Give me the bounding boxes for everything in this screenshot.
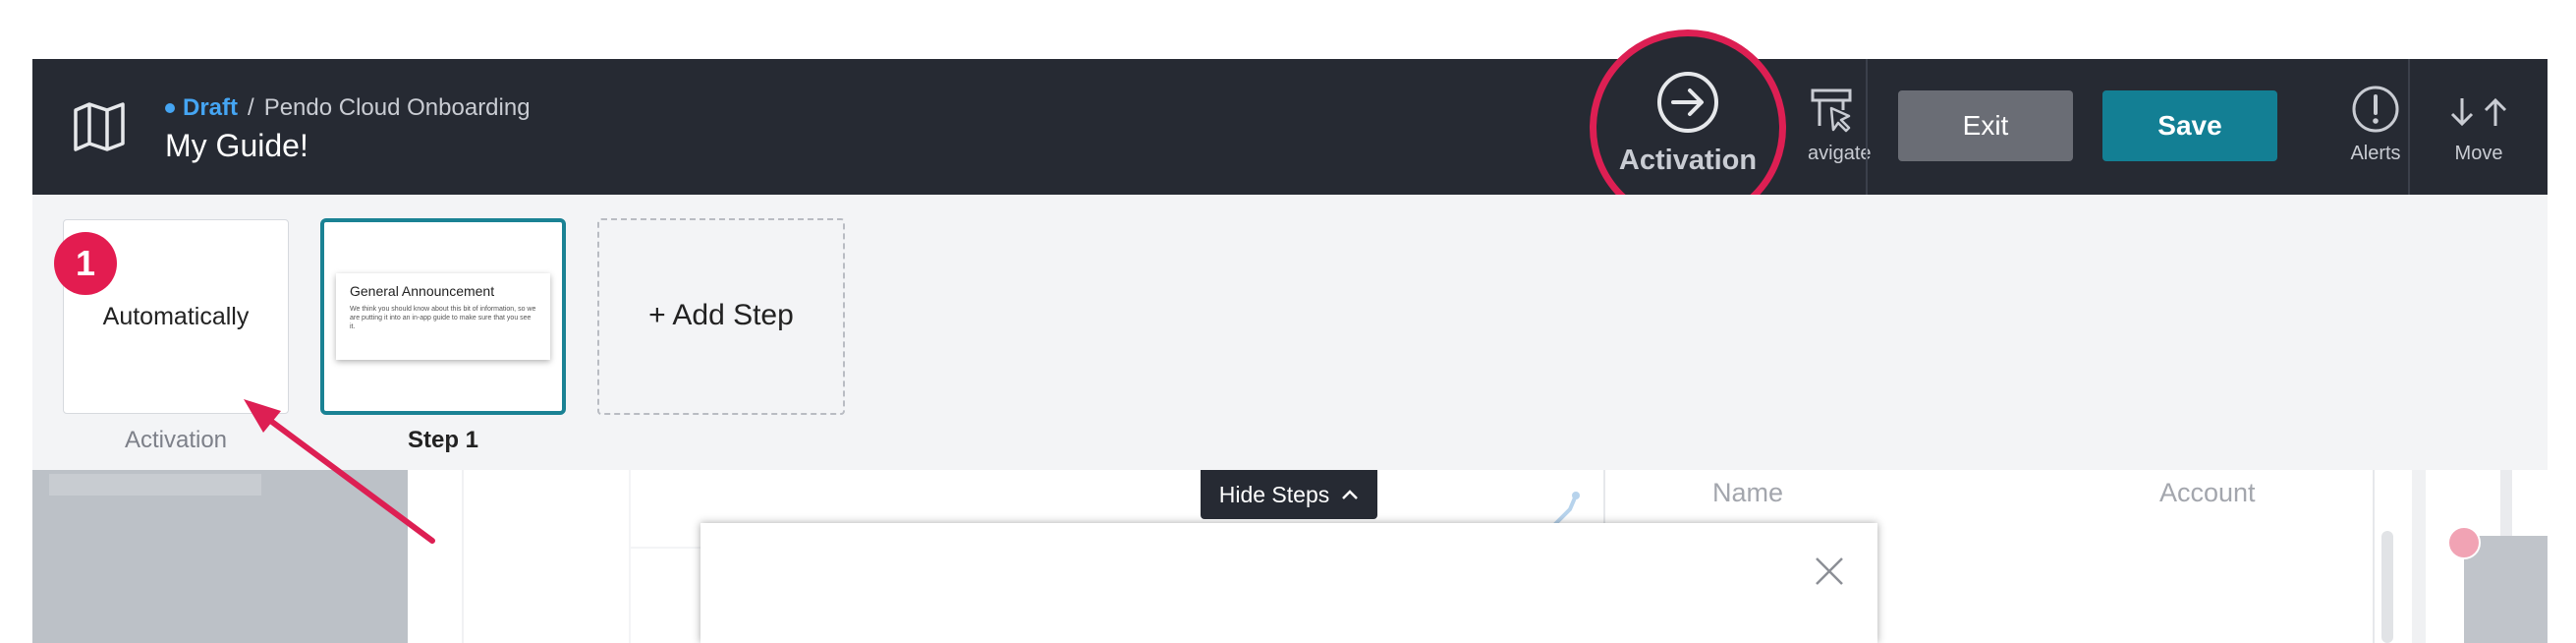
background-scroll-track [2412, 470, 2426, 643]
status-badge[interactable]: Draft [183, 94, 238, 122]
activation-card-text: Automatically [102, 303, 250, 330]
alert-icon [2352, 86, 2399, 133]
step-1-preview-body: We think you should know about this bit … [350, 306, 536, 330]
navigate-tool[interactable]: avigate [1778, 59, 1886, 195]
navigate-label: avigate [1808, 143, 1872, 164]
activation-label: Activation [1618, 145, 1758, 176]
activation-caption: Activation [124, 427, 228, 453]
step-1-preview: General Announcement We think you should… [336, 273, 550, 360]
close-icon[interactable] [1814, 555, 1845, 587]
step-number-badge: 1 [54, 232, 117, 295]
breadcrumb-separator: / [248, 94, 254, 121]
add-step-label: + Add Step [648, 299, 794, 331]
toolbar-divider [1866, 59, 1868, 195]
save-button[interactable]: Save [2102, 90, 2277, 161]
move-label: Move [2454, 143, 2503, 164]
step-1-preview-title: General Announcement [350, 283, 495, 299]
move-arrows-icon [2450, 97, 2507, 127]
step-1-caption: Step 1 [407, 427, 479, 453]
exit-button[interactable]: Exit [1898, 90, 2073, 161]
background-rail [2500, 470, 2512, 536]
navigate-icon [1811, 88, 1852, 133]
background-sidebar-panel [32, 470, 408, 643]
hide-steps-label: Hide Steps [1218, 481, 1330, 507]
designer-toolbar: Draft / Pendo Cloud Onboarding My Guide!… [32, 59, 2548, 195]
guide-title[interactable]: My Guide! [165, 128, 308, 164]
background-scrollbar [2381, 531, 2393, 643]
breadcrumb: Draft / Pendo Cloud Onboarding [165, 94, 531, 122]
hide-steps-button[interactable]: Hide Steps [1201, 470, 1377, 519]
background-grid-line [629, 470, 631, 643]
guide-preview-modal [700, 523, 1877, 643]
breadcrumb-parent[interactable]: Pendo Cloud Onboarding [264, 94, 531, 122]
background-hotspot-dot [2447, 526, 2481, 559]
chevron-up-icon [1342, 490, 1359, 499]
status-dot-icon [165, 103, 175, 113]
background-column-account: Account [2159, 478, 2256, 507]
move-tool[interactable]: Move [2410, 59, 2548, 195]
background-sidebar-bar [49, 474, 261, 496]
background-column-name: Name [1712, 478, 1784, 507]
map-icon[interactable] [72, 98, 127, 153]
arrow-right-circle-icon [1657, 72, 1718, 133]
